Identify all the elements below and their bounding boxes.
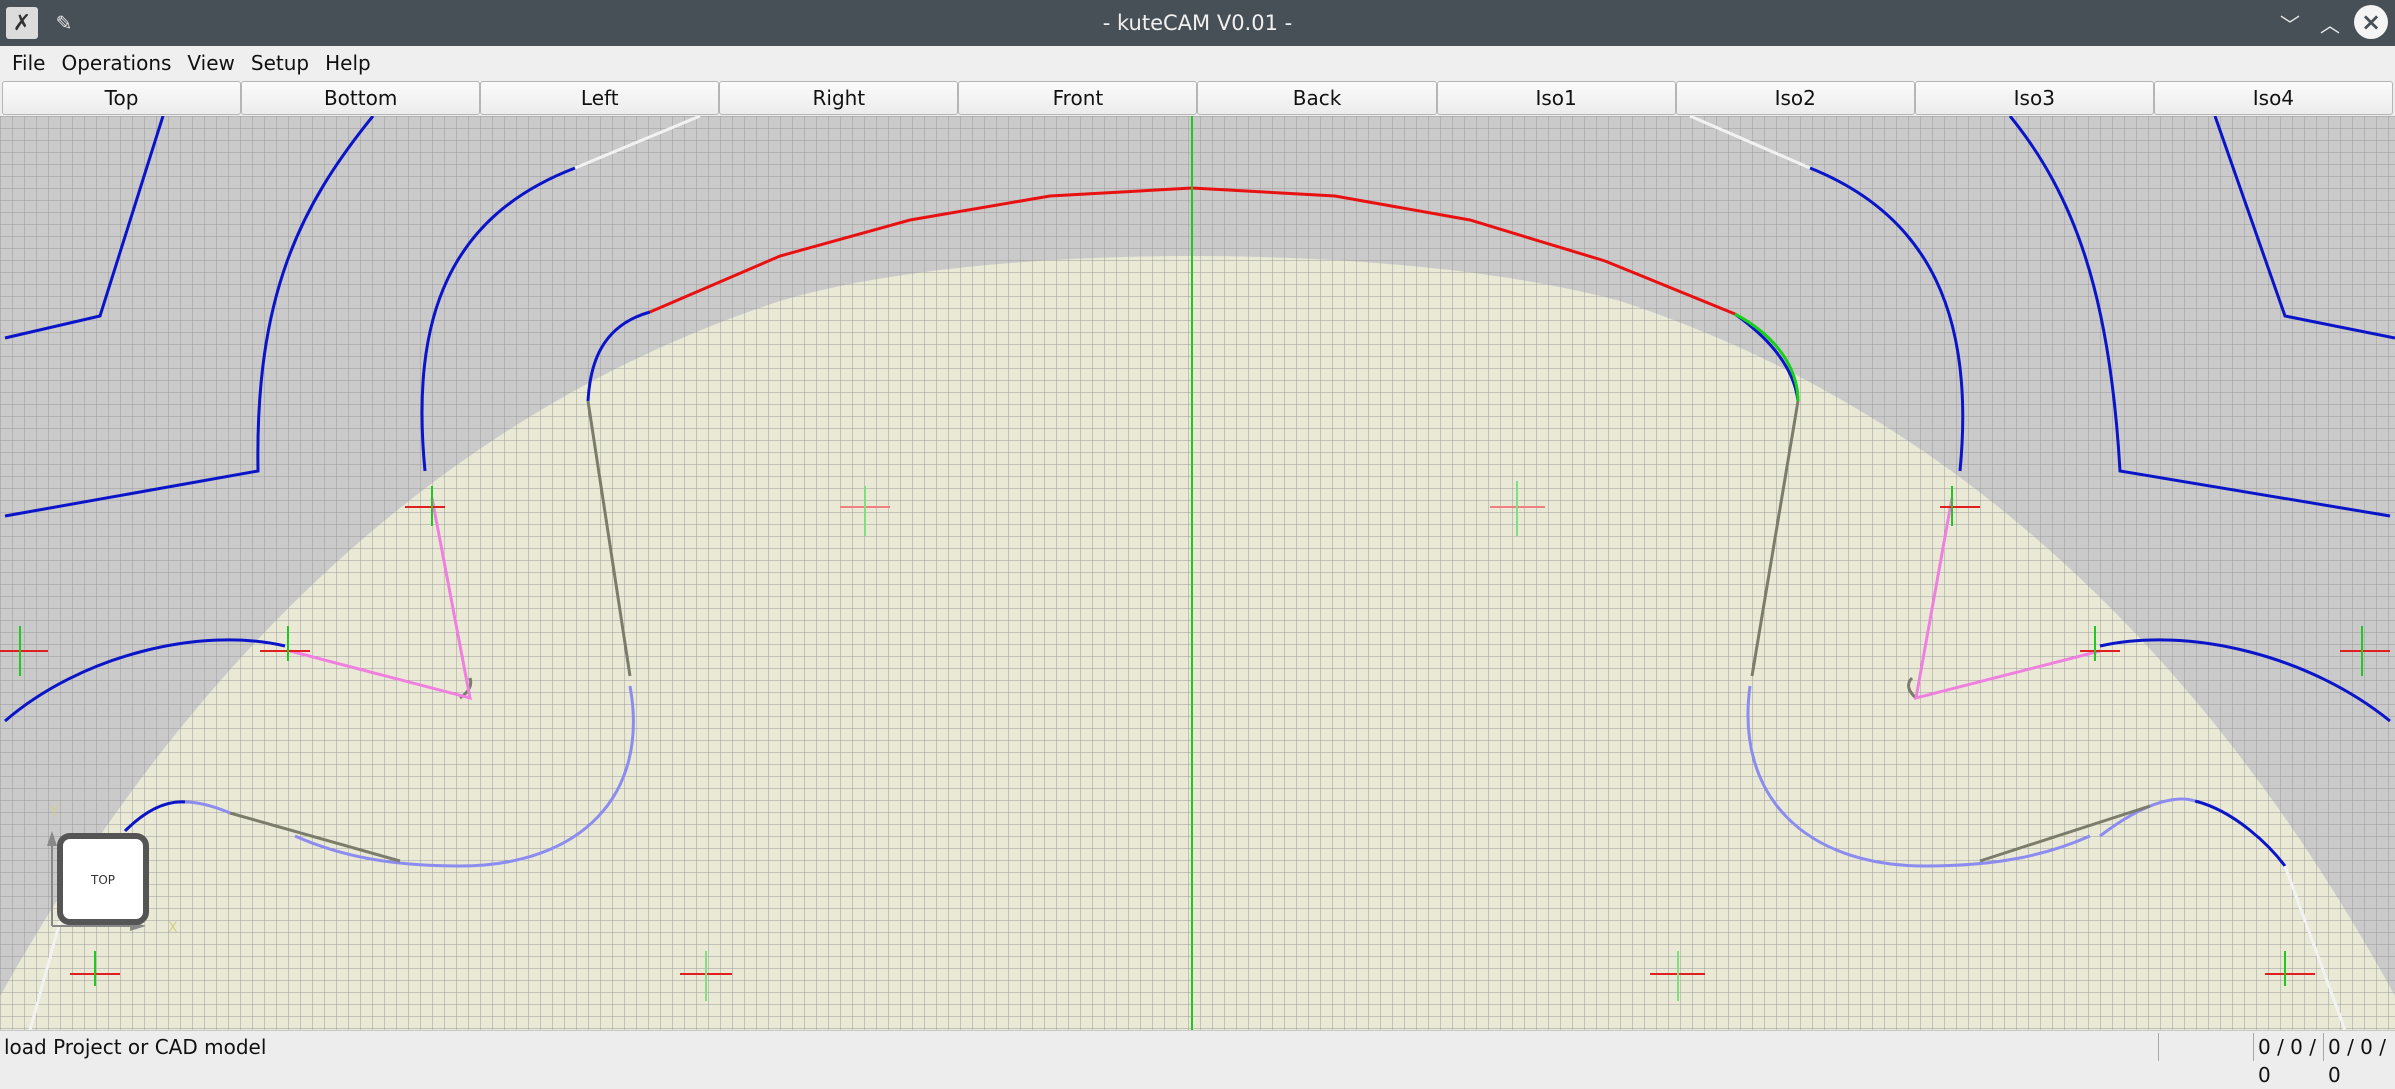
window-title: - kuteCAM V0.01 - [1102, 11, 1293, 35]
view-bottom-button[interactable]: Bottom [241, 81, 481, 115]
close-icon[interactable]: × [2354, 5, 2388, 39]
chevron-down-icon[interactable]: ﹀ [2274, 7, 2306, 39]
menu-help[interactable]: Help [317, 46, 379, 81]
menu-view[interactable]: View [179, 46, 242, 81]
svg-text:X: X [168, 920, 178, 936]
view-iso2-button[interactable]: Iso2 [1675, 81, 1915, 115]
view-cube-label: TOP [90, 873, 115, 887]
viewport-canvas[interactable]: Y X TOP [0, 116, 2395, 1030]
chevron-up-icon[interactable]: ︿ [2314, 7, 2346, 39]
menu-file[interactable]: File [4, 46, 53, 81]
view-iso4-button[interactable]: Iso4 [2153, 81, 2393, 115]
title-bar: ✗ ✎ - kuteCAM V0.01 - ﹀ ︿ × [0, 0, 2395, 46]
cad-viewport[interactable]: Y X TOP [0, 116, 2395, 1030]
view-left-button[interactable]: Left [480, 81, 720, 115]
view-iso1-button[interactable]: Iso1 [1436, 81, 1676, 115]
status-cell-empty [2158, 1033, 2253, 1061]
view-back-button[interactable]: Back [1197, 81, 1437, 115]
status-counter-1: 0 / 0 / 0 [2253, 1033, 2323, 1087]
view-top-button[interactable]: Top [2, 81, 242, 115]
view-toolbar: Top Bottom Left Right Front Back Iso1 Is… [0, 80, 2395, 116]
view-front-button[interactable]: Front [958, 81, 1198, 115]
view-iso3-button[interactable]: Iso3 [1914, 81, 2154, 115]
menu-setup[interactable]: Setup [243, 46, 317, 81]
menu-bar: File Operations View Setup Help [0, 46, 2395, 81]
grid [0, 116, 2395, 1030]
status-bar: load Project or CAD model 0 / 0 / 0 0 / … [0, 1030, 2395, 1087]
svg-text:Y: Y [49, 804, 59, 820]
view-right-button[interactable]: Right [719, 81, 959, 115]
menu-operations[interactable]: Operations [53, 46, 179, 81]
status-counter-2: 0 / 0 / 0 [2323, 1033, 2395, 1087]
status-message: load Project or CAD model [4, 1035, 267, 1059]
